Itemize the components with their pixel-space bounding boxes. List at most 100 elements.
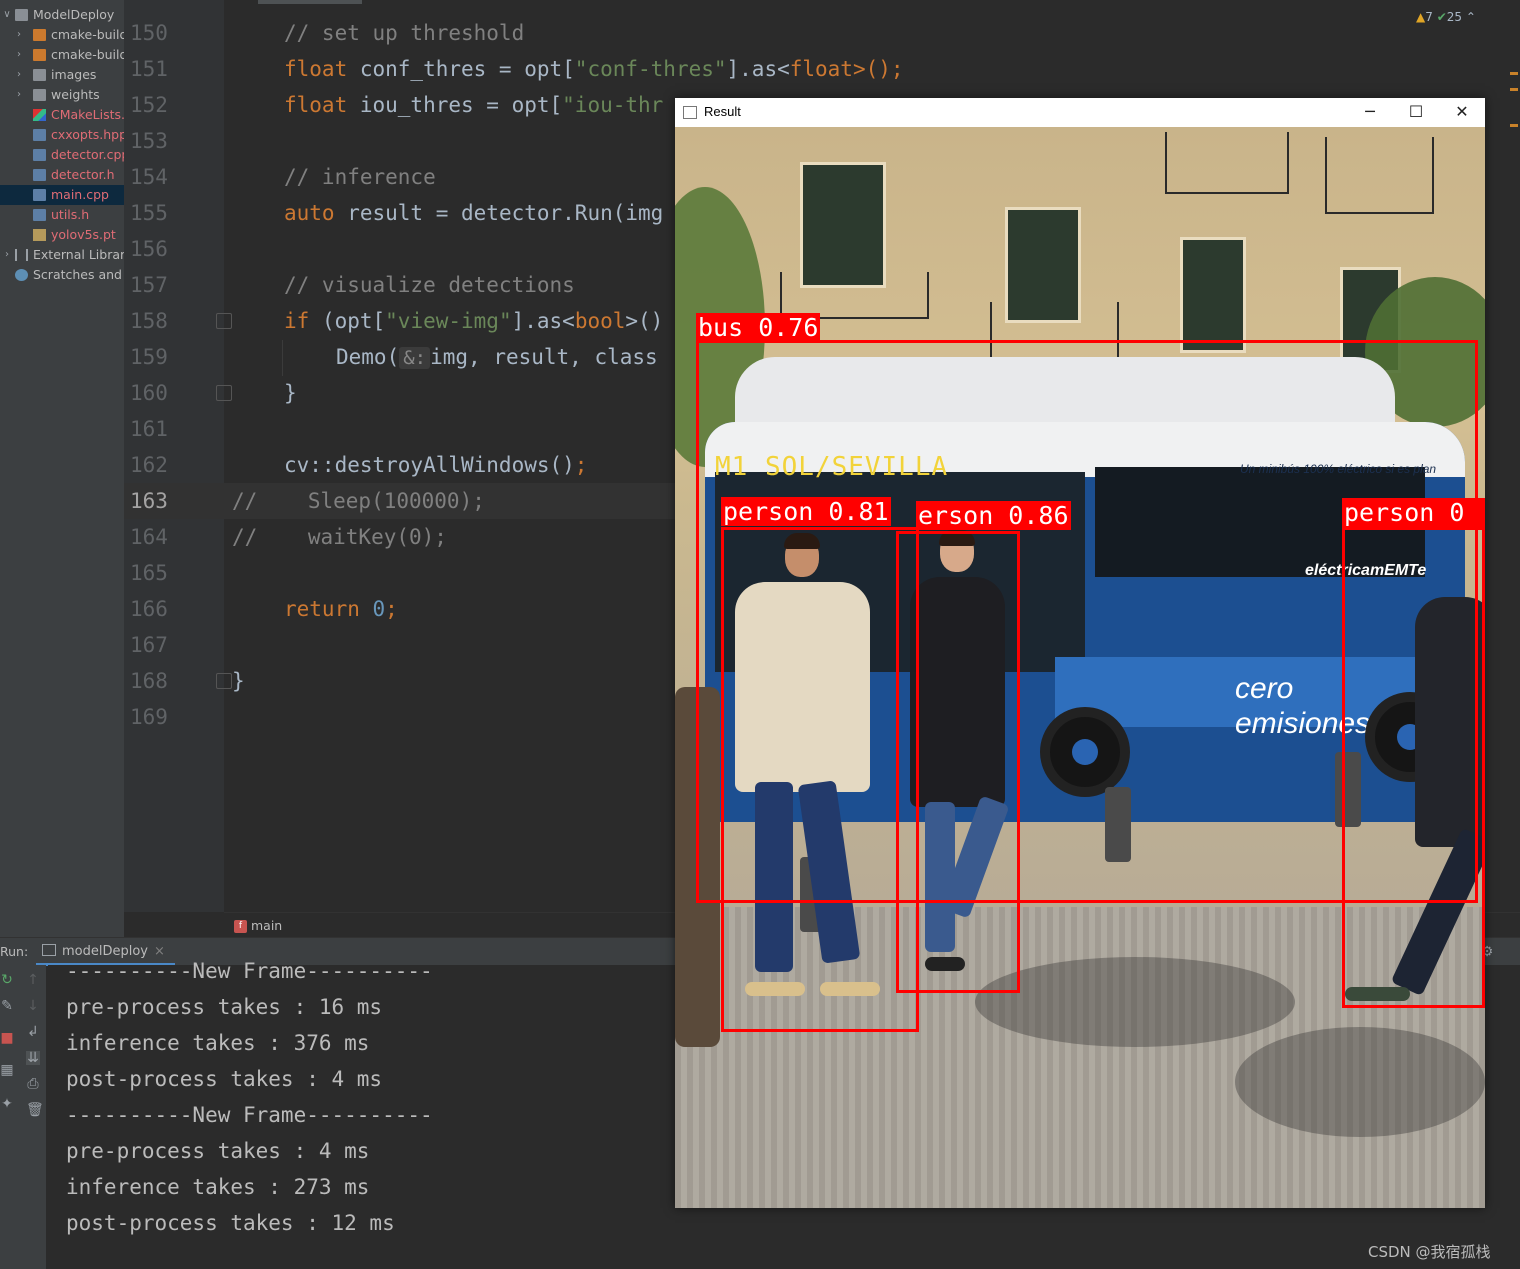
cpp-file-icon xyxy=(33,149,46,161)
code-text: result = detector.Run(img xyxy=(334,201,664,225)
code-line-158: if (opt["view-img"].as<bool>() xyxy=(284,303,663,339)
wrench-icon[interactable]: ✎ xyxy=(0,999,14,1013)
tree-item-images[interactable]: › images xyxy=(0,65,124,85)
console-line: ----------New Frame---------- xyxy=(66,959,433,983)
tree-item-main-cpp[interactable]: main.cpp xyxy=(0,185,124,205)
code-text: ; xyxy=(574,453,588,477)
chevron-up-icon[interactable]: ⌃ xyxy=(1466,10,1476,24)
scrollbar-marker[interactable] xyxy=(1510,88,1518,91)
minimize-button[interactable]: ─ xyxy=(1347,98,1393,127)
code-text: ; xyxy=(385,597,398,621)
warning-count: 7 xyxy=(1425,10,1433,24)
tree-item-external-libraries[interactable]: › External Librarie xyxy=(0,245,124,265)
code-comment: // Sleep(100000); xyxy=(232,489,485,513)
result-window-titlebar[interactable]: Result ─ ☐ ✕ xyxy=(675,98,1485,127)
tree-item-label: CMakeLists.t xyxy=(51,107,124,122)
code-line-152: float iou_thres = opt["iou-thr xyxy=(284,87,663,123)
parameter-hint: &: xyxy=(399,347,431,369)
line-number-current: 163 xyxy=(130,489,168,513)
code-brace: } xyxy=(232,669,245,693)
tree-item-utils-h[interactable]: utils.h xyxy=(0,205,124,225)
tree-item-cmake-build-1[interactable]: › cmake-build xyxy=(0,25,124,45)
chevron-right-icon[interactable]: › xyxy=(14,65,24,85)
code-text: >() xyxy=(625,309,664,333)
tree-item-scratches[interactable]: Scratches and C xyxy=(0,265,124,285)
scrollbar-marker[interactable] xyxy=(1510,124,1518,127)
tree-item-cmake-build-2[interactable]: › cmake-build xyxy=(0,45,124,65)
chevron-right-icon[interactable]: › xyxy=(2,245,12,265)
folder-icon xyxy=(33,29,46,41)
line-number: 168 xyxy=(130,669,168,693)
line-number: 151 xyxy=(130,57,168,81)
detection-label-person: person 0 xyxy=(1342,498,1485,527)
header-file-icon xyxy=(33,169,46,181)
soft-wrap-icon[interactable]: ↲ xyxy=(26,1025,40,1039)
shadow xyxy=(1235,1027,1485,1137)
tree-item-cxxopts[interactable]: cxxopts.hpp xyxy=(0,125,124,145)
tree-item-detector-h[interactable]: detector.h xyxy=(0,165,124,185)
code-keyword: auto xyxy=(284,201,335,225)
folder-icon xyxy=(15,9,28,21)
tree-item-label: Scratches and C xyxy=(33,267,124,282)
code-keyword: if xyxy=(284,309,310,333)
window-app-icon xyxy=(683,106,697,119)
fold-marker-icon[interactable] xyxy=(216,313,232,329)
line-number: 159 xyxy=(130,345,168,369)
tree-item-label: cxxopts.hpp xyxy=(51,127,124,142)
code-text: ].as< xyxy=(726,57,790,81)
pin-icon[interactable]: ✦ xyxy=(0,1097,14,1111)
line-number: 164 xyxy=(130,525,168,549)
trash-icon[interactable]: 🗑 xyxy=(26,1103,44,1117)
chevron-down-icon[interactable]: ∨ xyxy=(2,5,12,25)
print-icon[interactable]: ⎙ xyxy=(26,1077,40,1091)
code-keyword: bool xyxy=(574,309,626,333)
code-text: ].as< xyxy=(511,309,575,333)
scrollbar-marker[interactable] xyxy=(1510,72,1518,75)
code-line-159: Demo(&: img, result, class xyxy=(336,339,658,376)
tree-item-label: cmake-build xyxy=(51,27,124,42)
scroll-to-end-icon[interactable]: ⇊ xyxy=(26,1051,40,1065)
line-number: 158 xyxy=(130,309,168,333)
tree-item-label: weights xyxy=(51,87,100,102)
shadow xyxy=(975,957,1295,1047)
chevron-right-icon[interactable]: › xyxy=(14,25,24,45)
code-string: "iou-thr xyxy=(562,93,664,117)
fold-marker-icon[interactable] xyxy=(216,673,232,689)
indent-guide xyxy=(282,340,283,376)
line-number: 152 xyxy=(130,93,168,117)
fold-marker-icon[interactable] xyxy=(216,385,232,401)
tree-item-detector-cpp[interactable]: detector.cpp xyxy=(0,145,124,165)
console-line: inference takes : 376 ms xyxy=(66,1031,370,1055)
code-line-154: // inference xyxy=(284,159,436,195)
code-keyword: return xyxy=(284,597,360,621)
scratches-icon xyxy=(15,269,28,281)
editor-tab-indicator xyxy=(258,0,362,4)
chevron-right-icon[interactable]: › xyxy=(14,45,24,65)
code-line-168: } xyxy=(232,663,245,699)
code-comment: // set up threshold xyxy=(284,21,525,45)
stop-icon[interactable]: ■ xyxy=(0,1031,14,1045)
maximize-button[interactable]: ☐ xyxy=(1393,98,1439,127)
breadcrumb-item[interactable]: main xyxy=(251,918,282,933)
folder-icon xyxy=(33,69,46,81)
building-window xyxy=(800,162,886,288)
console-line: post-process takes : 4 ms xyxy=(66,1067,383,1091)
inspection-widget[interactable]: ▲7 ✔25 ⌃ xyxy=(1416,10,1476,24)
line-number: 154 xyxy=(130,165,168,189)
line-number: 157 xyxy=(130,273,168,297)
tree-item-weights[interactable]: › weights xyxy=(0,85,124,105)
chevron-right-icon[interactable]: › xyxy=(14,85,24,105)
cmake-file-icon xyxy=(33,109,46,121)
layout-icon[interactable]: ▦ xyxy=(0,1063,14,1077)
warning-icon: ▲ xyxy=(1416,10,1426,24)
arrow-down-icon[interactable]: ↓ xyxy=(26,999,40,1013)
result-window[interactable]: Result ─ ☐ ✕ M1 SOL/SEVILLA Un minibús 1… xyxy=(675,98,1485,1208)
tree-item-cmakelists[interactable]: CMakeLists.t xyxy=(0,105,124,125)
function-icon: f xyxy=(234,920,247,933)
tree-item-modeldeploy[interactable]: ∨ ModelDeploy xyxy=(0,5,124,25)
tree-item-yolov5s[interactable]: yolov5s.pt xyxy=(0,225,124,245)
arrow-up-icon[interactable]: ↑ xyxy=(26,973,40,987)
rerun-icon[interactable]: ↻ xyxy=(0,973,14,987)
line-number: 153 xyxy=(130,129,168,153)
close-button[interactable]: ✕ xyxy=(1439,98,1485,127)
